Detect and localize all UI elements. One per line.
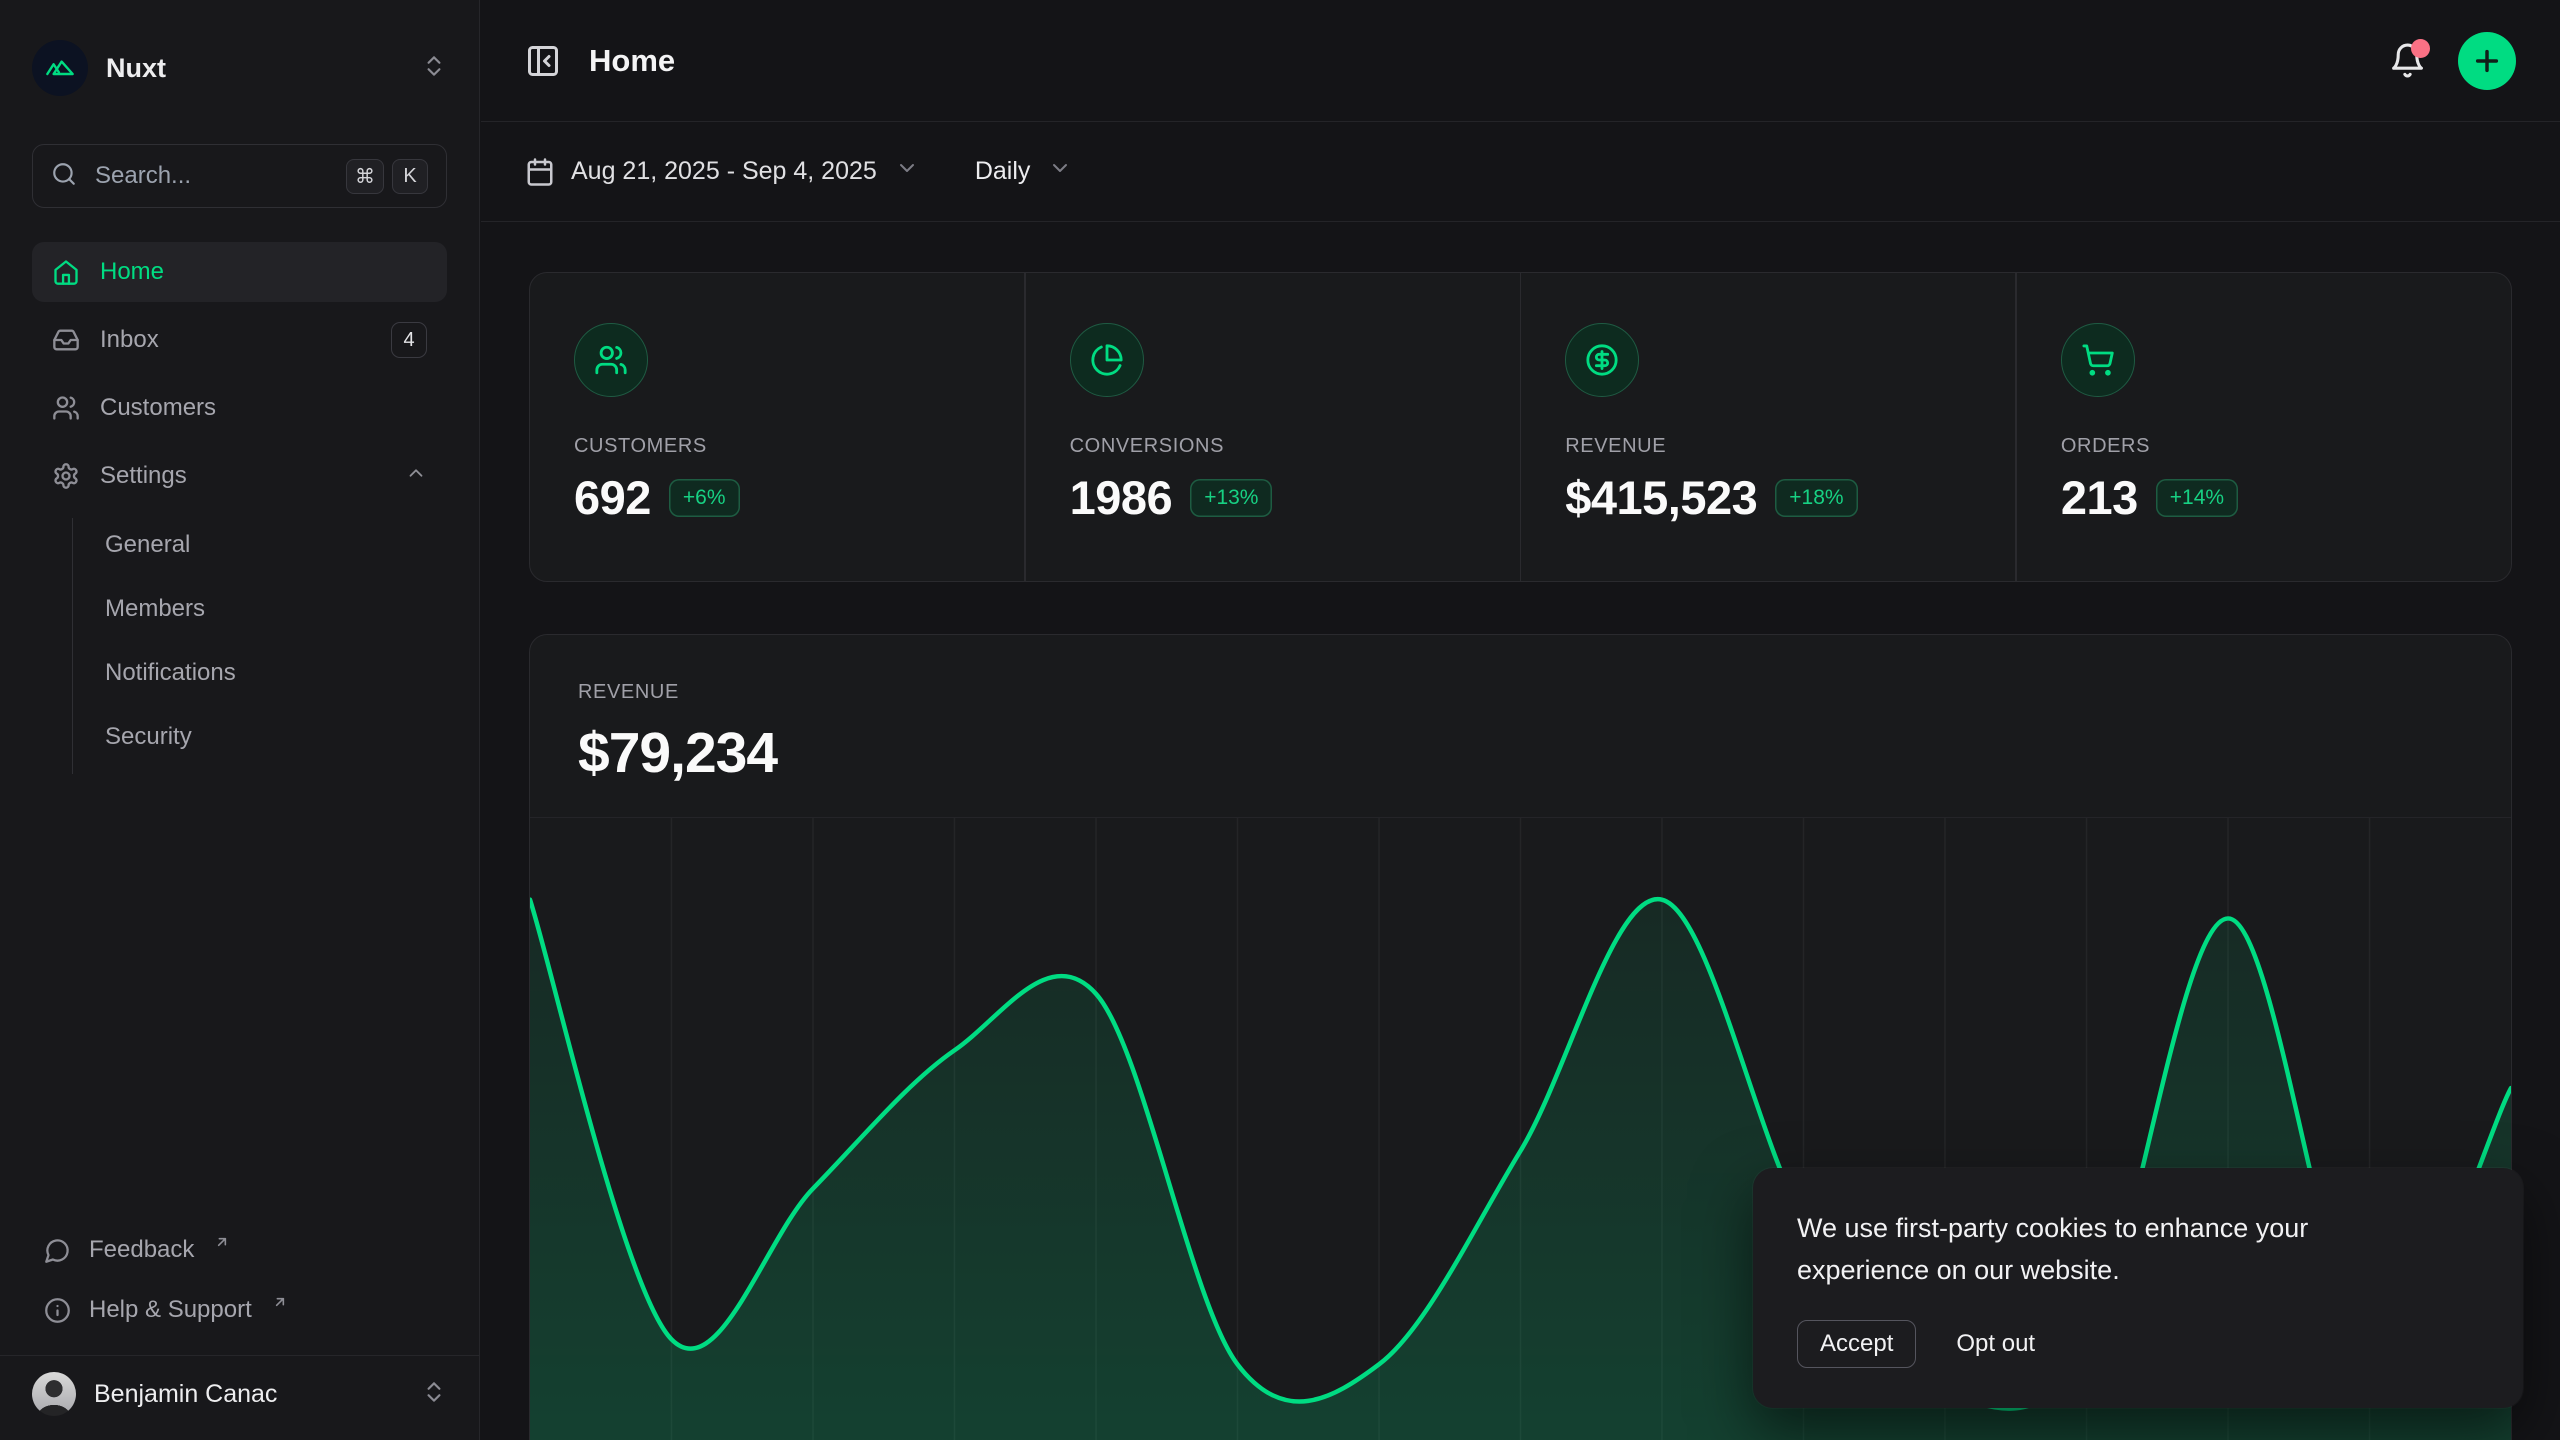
stat-value: 1986 [1070, 470, 1173, 525]
stat-delta-badge: +13% [1190, 479, 1272, 517]
revenue-chart-label: REVENUE [578, 681, 2463, 704]
granularity-select[interactable]: Daily [975, 156, 1073, 187]
sidebar-nav: Home Inbox 4 Customers Settings General [32, 242, 447, 774]
collapse-sidebar-button[interactable] [525, 43, 561, 79]
stat-delta-badge: +18% [1775, 479, 1857, 517]
page-header: Home [481, 0, 2560, 122]
users-icon [574, 323, 648, 397]
revenue-chart-total: $79,234 [578, 720, 2463, 786]
external-link-icon [272, 1289, 288, 1317]
users-icon [52, 394, 80, 422]
notification-dot [2411, 39, 2430, 58]
chevron-down-icon [895, 156, 919, 187]
page-title: Home [589, 43, 675, 79]
kbd-cmd: ⌘ [346, 159, 384, 194]
sidebar-item-home[interactable]: Home [32, 242, 447, 302]
stat-card-customers[interactable]: CUSTOMERS 692 +6% [530, 273, 1024, 581]
sidebar-item-label: Customers [100, 394, 216, 422]
info-circle-icon [44, 1297, 71, 1324]
dollar-circle-icon [1565, 323, 1639, 397]
date-range-picker[interactable]: Aug 21, 2025 - Sep 4, 2025 [525, 156, 919, 187]
inbox-count-badge: 4 [391, 322, 427, 358]
user-name: Benjamin Canac [94, 1380, 277, 1409]
add-button[interactable] [2458, 32, 2516, 90]
pie-chart-icon [1070, 323, 1144, 397]
filters-toolbar: Aug 21, 2025 - Sep 4, 2025 Daily [481, 122, 2560, 222]
sidebar-item-general[interactable]: General [105, 518, 447, 572]
sidebar-item-notifications[interactable]: Notifications [105, 646, 447, 700]
sidebar-item-feedback[interactable]: Feedback [32, 1223, 447, 1277]
shopping-cart-icon [2061, 323, 2135, 397]
search-input[interactable]: Search... ⌘ K [32, 144, 447, 208]
stat-label: REVENUE [1565, 435, 1971, 458]
stat-value: $415,523 [1565, 470, 1757, 525]
home-icon [52, 258, 80, 286]
chevron-up-down-icon [421, 53, 447, 84]
opt-out-button[interactable]: Opt out [1956, 1330, 2035, 1358]
search-placeholder: Search... [95, 162, 191, 190]
sidebar-item-security[interactable]: Security [105, 710, 447, 764]
app-root: Nuxt Search... ⌘ K Home Inbox 4 [0, 0, 2560, 1440]
inbox-icon [52, 326, 80, 354]
search-shortcut: ⌘ K [346, 159, 428, 194]
sidebar-item-label: Home [100, 258, 164, 286]
sidebar-item-settings[interactable]: Settings [32, 446, 447, 506]
stat-card-revenue[interactable]: REVENUE $415,523 +18% [1521, 273, 2015, 581]
sidebar-item-members[interactable]: Members [105, 582, 447, 636]
sidebar-item-inbox[interactable]: Inbox 4 [32, 310, 447, 370]
stat-label: CONVERSIONS [1070, 435, 1476, 458]
accept-button[interactable]: Accept [1797, 1320, 1916, 1368]
stat-label: CUSTOMERS [574, 435, 980, 458]
sidebar: Nuxt Search... ⌘ K Home Inbox 4 [0, 0, 480, 1440]
workspace-switcher[interactable]: Nuxt [32, 36, 447, 100]
date-range-value: Aug 21, 2025 - Sep 4, 2025 [571, 157, 877, 186]
stat-delta-badge: +14% [2156, 479, 2238, 517]
cookie-banner: We use first-party cookies to enhance yo… [1753, 1168, 2523, 1408]
footer-item-label: Feedback [89, 1236, 194, 1264]
stat-card-orders[interactable]: ORDERS 213 +14% [2017, 273, 2511, 581]
sidebar-item-help-support[interactable]: Help & Support [32, 1283, 447, 1337]
revenue-chart-header: REVENUE $79,234 [530, 635, 2511, 817]
stat-value: 692 [574, 470, 651, 525]
calendar-icon [525, 157, 555, 187]
chevron-up-down-icon [421, 1379, 447, 1410]
sidebar-spacer [32, 774, 447, 1223]
plus-icon [2471, 45, 2503, 77]
gear-icon [52, 462, 80, 490]
granularity-value: Daily [975, 157, 1031, 186]
nuxt-logo-icon [32, 40, 88, 96]
chat-bubble-icon [44, 1237, 71, 1264]
kbd-k: K [392, 159, 428, 194]
workspace-name: Nuxt [106, 53, 166, 84]
stat-value: 213 [2061, 470, 2138, 525]
panel-left-close-icon [525, 43, 561, 79]
cookie-message: We use first-party cookies to enhance yo… [1797, 1208, 2447, 1292]
search-icon [51, 161, 77, 192]
external-link-icon [214, 1229, 230, 1257]
notifications-button[interactable] [2389, 42, 2426, 79]
sidebar-item-label: Inbox [100, 326, 159, 354]
footer-item-label: Help & Support [89, 1296, 252, 1324]
chevron-up-icon [405, 462, 427, 491]
sidebar-item-label: Settings [100, 462, 187, 490]
avatar [32, 1372, 76, 1416]
chevron-down-icon [1048, 156, 1072, 187]
cookie-actions: Accept Opt out [1797, 1320, 2479, 1368]
stats-grid: CUSTOMERS 692 +6% CONVERSIONS 1986 +13% [529, 272, 2512, 582]
stat-card-conversions[interactable]: CONVERSIONS 1986 +13% [1026, 273, 1520, 581]
settings-subnav: General Members Notifications Security [72, 518, 447, 774]
sidebar-item-customers[interactable]: Customers [32, 378, 447, 438]
user-menu[interactable]: Benjamin Canac [0, 1355, 479, 1440]
stat-label: ORDERS [2061, 435, 2467, 458]
stat-delta-badge: +6% [669, 479, 740, 517]
header-actions [2389, 32, 2516, 90]
